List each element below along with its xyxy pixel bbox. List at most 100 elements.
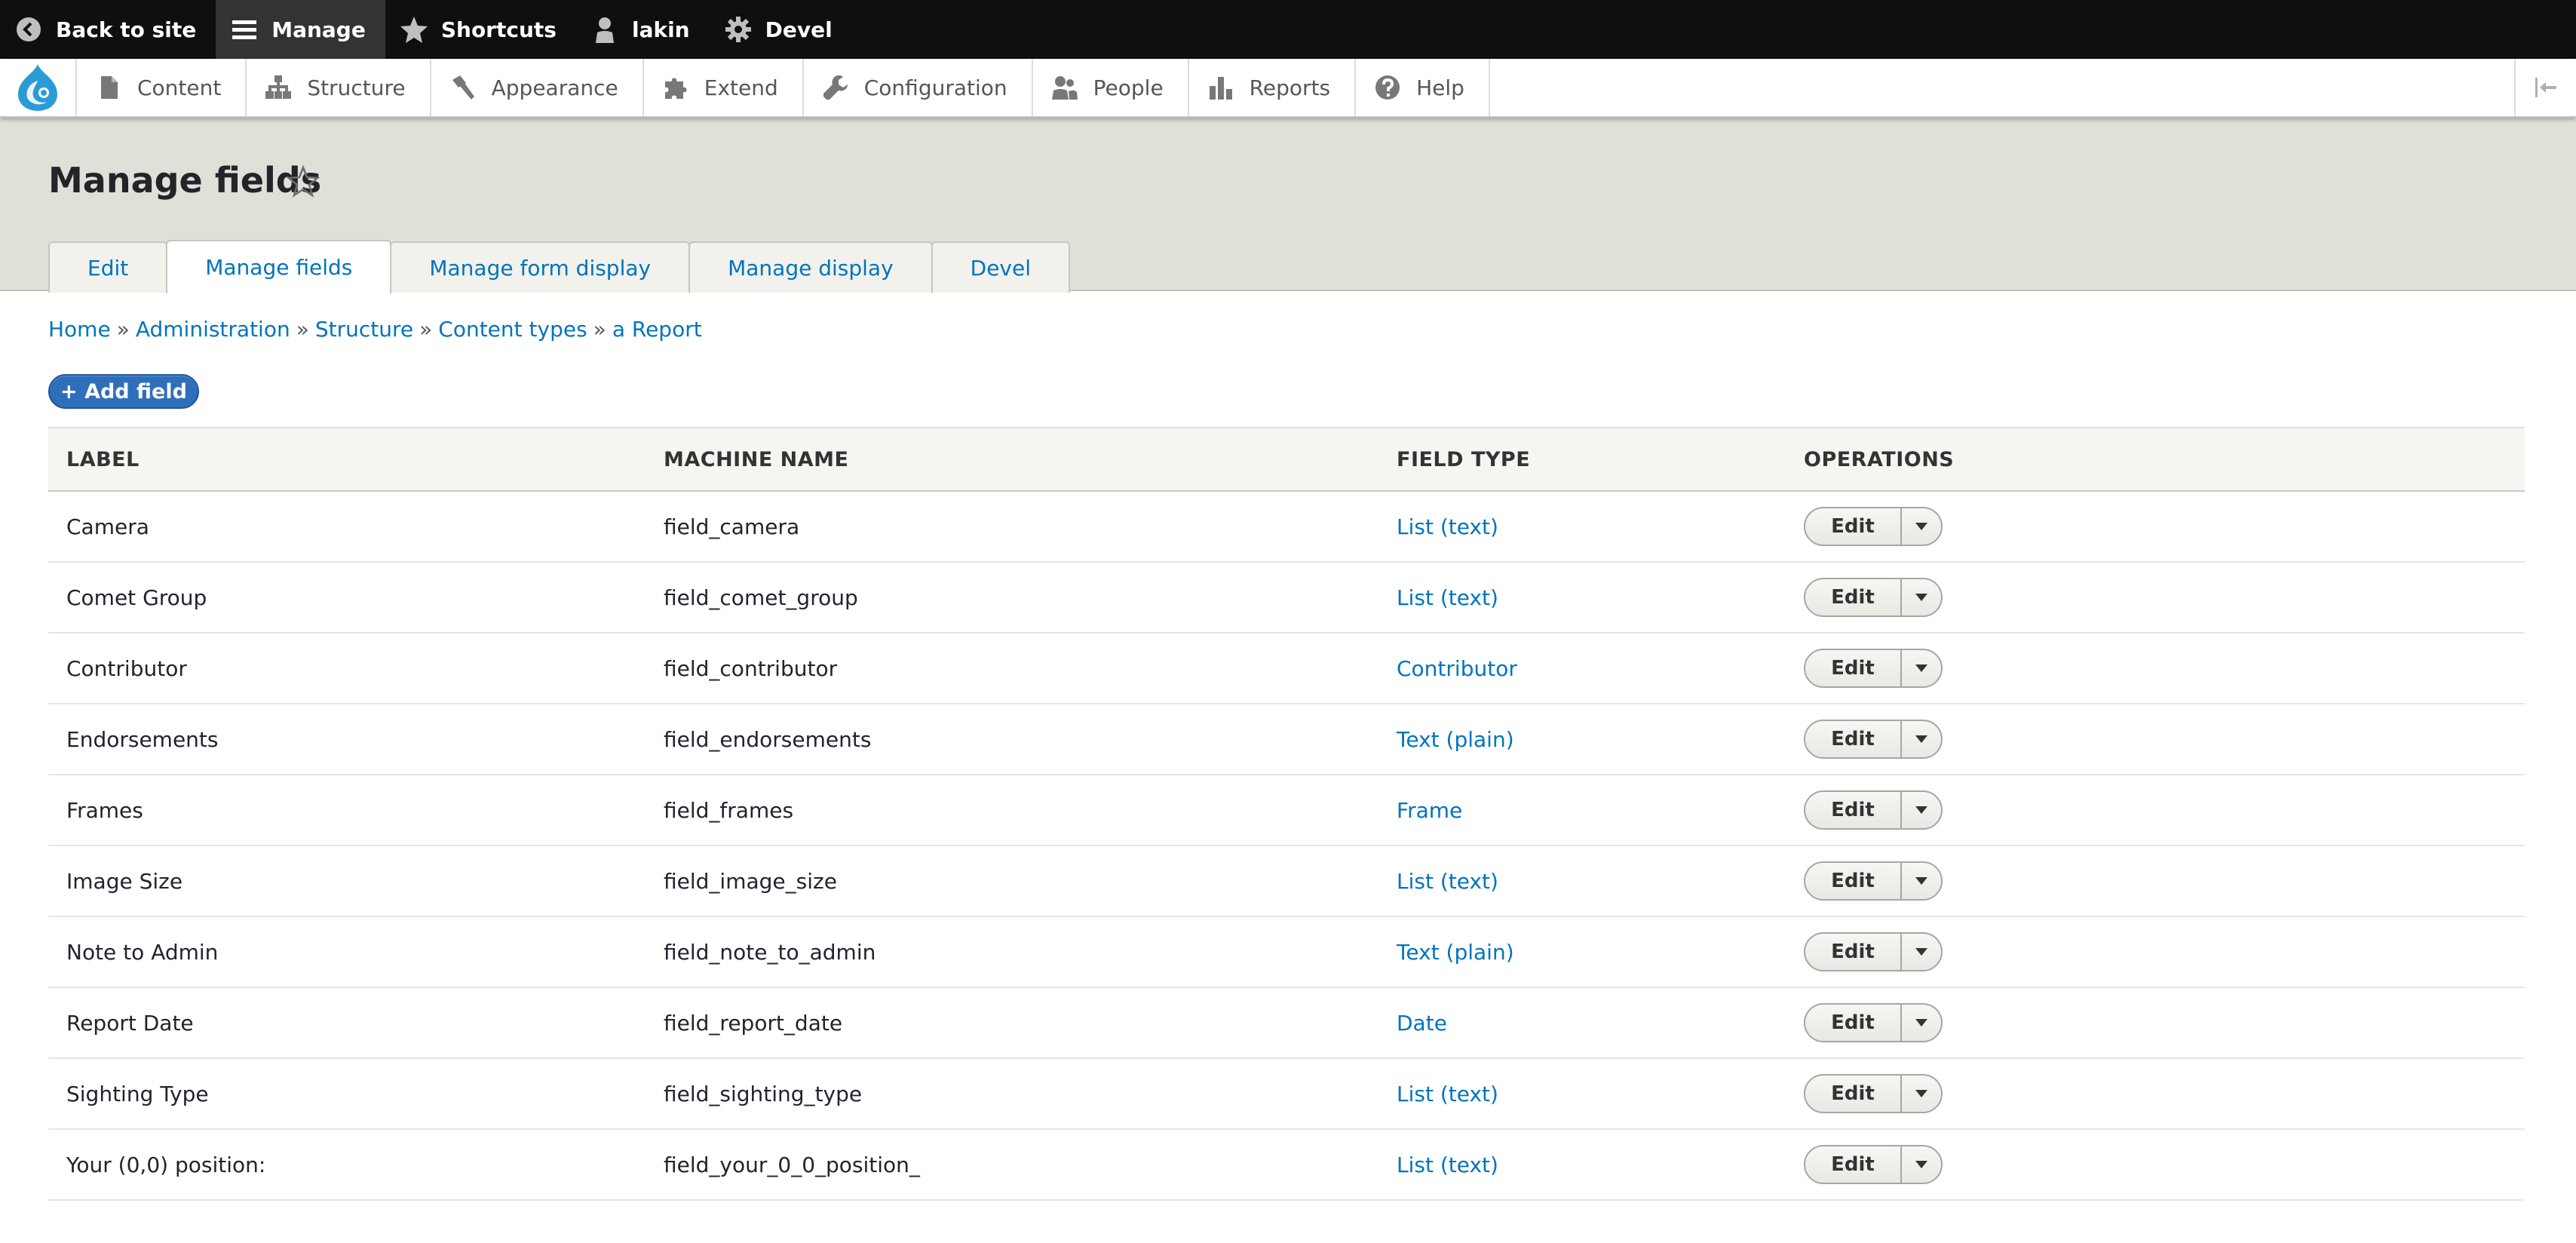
toolbar-back-to-site[interactable]: Back to site	[0, 0, 216, 59]
edit-button[interactable]: Edit	[1805, 650, 1902, 686]
field-machine-name: field_frames	[664, 797, 794, 823]
field-machine-name: field_report_date	[664, 1010, 843, 1036]
menu-item-label: Configuration	[863, 75, 1007, 100]
operations-toggle[interactable]	[1902, 650, 1941, 686]
column-header-machine-name: MACHINE NAME	[664, 447, 849, 471]
operations-toggle[interactable]	[1902, 721, 1941, 757]
edit-button[interactable]: Edit	[1805, 792, 1902, 828]
menu-item-reports[interactable]: Reports	[1189, 59, 1357, 116]
tab-manage-fields[interactable]: Manage fields	[166, 240, 392, 294]
breadcrumb-administration[interactable]: Administration	[136, 317, 290, 342]
operations-dropbutton: Edit	[1804, 932, 1943, 971]
column-header-field-type: FIELD TYPE	[1397, 447, 1531, 471]
breadcrumb-home[interactable]: Home	[48, 317, 111, 342]
field-label: Note to Admin	[66, 939, 219, 965]
tab-manage-display[interactable]: Manage display	[688, 241, 933, 293]
menu-item-people[interactable]: People	[1033, 59, 1189, 116]
caret-down-icon	[1915, 948, 1927, 956]
menu-item-appearance[interactable]: Appearance	[431, 59, 644, 116]
people-icon	[1051, 76, 1078, 100]
toolbar-user[interactable]: lakin	[576, 0, 710, 59]
field-type-link[interactable]: Frame	[1397, 798, 1462, 823]
primary-tabs: Edit Manage fields Manage form display M…	[48, 238, 1071, 294]
edit-button[interactable]: Edit	[1805, 1005, 1902, 1041]
fields-table: LABEL MACHINE NAME FIELD TYPE OPERATIONS…	[48, 427, 2525, 1201]
operations-toggle[interactable]	[1902, 1076, 1941, 1112]
operations-toggle[interactable]	[1902, 1005, 1941, 1041]
breadcrumb-structure[interactable]: Structure	[315, 317, 413, 342]
operations-toggle[interactable]	[1902, 579, 1941, 615]
toolbar-item-label: Devel	[765, 17, 833, 42]
caret-down-icon	[1915, 664, 1927, 672]
menu-item-extend[interactable]: Extend	[644, 59, 804, 116]
field-label: Endorsements	[66, 726, 219, 752]
toolbar-manage[interactable]: Manage	[216, 0, 385, 59]
operations-toggle[interactable]	[1902, 863, 1941, 899]
field-type-link[interactable]: List (text)	[1397, 1152, 1498, 1177]
operations-toggle[interactable]	[1902, 508, 1941, 545]
field-type-link[interactable]: List (text)	[1397, 514, 1498, 539]
caret-down-icon	[1915, 806, 1927, 814]
edit-button[interactable]: Edit	[1805, 934, 1902, 970]
menu-item-help[interactable]: Help	[1356, 59, 1490, 116]
table-row: Contributor field_contributor Contributo…	[48, 633, 2525, 704]
tray-orientation-toggle[interactable]	[2514, 59, 2576, 116]
column-header-label: LABEL	[66, 447, 140, 471]
tab-manage-form-display[interactable]: Manage form display	[390, 241, 691, 293]
page-title: Manage fields	[48, 160, 322, 201]
breadcrumb-a-report[interactable]: a Report	[612, 317, 702, 342]
table-row: Comet Group field_comet_group List (text…	[48, 562, 2525, 633]
operations-toggle[interactable]	[1902, 934, 1941, 970]
table-row: Sighting Type field_sighting_type List (…	[48, 1058, 2525, 1129]
field-type-link[interactable]: List (text)	[1397, 1082, 1498, 1106]
drupal-drop-icon	[18, 64, 57, 111]
field-label: Comet Group	[66, 585, 207, 610]
field-machine-name: field_note_to_admin	[664, 939, 876, 965]
field-machine-name: field_image_size	[664, 868, 837, 894]
caret-down-icon	[1915, 735, 1927, 743]
operations-toggle[interactable]	[1902, 792, 1941, 828]
menu-item-configuration[interactable]: Configuration	[804, 59, 1033, 116]
breadcrumb-content-types[interactable]: Content types	[438, 317, 587, 342]
field-type-link[interactable]: Contributor	[1397, 656, 1517, 681]
menu-item-label: People	[1093, 75, 1164, 100]
help-circle-icon	[1375, 75, 1400, 100]
paint-brush-icon	[452, 75, 474, 100]
add-field-button[interactable]: + Add field	[48, 374, 199, 409]
edit-button[interactable]: Edit	[1805, 1146, 1902, 1183]
caret-down-icon	[1915, 594, 1927, 601]
operations-toggle[interactable]	[1902, 1146, 1941, 1183]
field-type-link[interactable]: List (text)	[1397, 585, 1498, 610]
menu-item-content[interactable]: Content	[77, 59, 247, 116]
edit-button[interactable]: Edit	[1805, 863, 1902, 899]
tab-edit[interactable]: Edit	[48, 241, 168, 293]
admin-menu: Content Structure Appearance Extend Conf…	[0, 59, 2576, 118]
table-header-row: LABEL MACHINE NAME FIELD TYPE OPERATIONS	[48, 428, 2525, 491]
operations-dropbutton: Edit	[1804, 790, 1943, 830]
menu-item-label: Structure	[307, 75, 406, 100]
breadcrumb: Home» Administration» Structure» Content ty…	[48, 317, 702, 342]
field-type-link[interactable]: List (text)	[1397, 869, 1498, 894]
operations-dropbutton: Edit	[1804, 1003, 1943, 1042]
star-outline-icon[interactable]	[287, 164, 320, 198]
menu-item-structure[interactable]: Structure	[247, 59, 431, 116]
table-row: Note to Admin field_note_to_admin Text (…	[48, 916, 2525, 987]
toolbar-shortcuts[interactable]: Shortcuts	[385, 0, 576, 59]
home-logo-link[interactable]	[0, 59, 77, 116]
page-icon	[101, 76, 118, 99]
breadcrumb-separator: »	[296, 317, 309, 342]
edit-button[interactable]: Edit	[1805, 508, 1902, 545]
operations-dropbutton: Edit	[1804, 1145, 1943, 1184]
field-label: Frames	[66, 797, 143, 823]
edit-button[interactable]: Edit	[1805, 721, 1902, 757]
field-type-link[interactable]: Text (plain)	[1397, 940, 1514, 965]
menu-item-label: Content	[137, 75, 222, 100]
caret-down-icon	[1915, 523, 1927, 530]
field-type-link[interactable]: Date	[1397, 1011, 1447, 1036]
edit-button[interactable]: Edit	[1805, 579, 1902, 615]
edit-button[interactable]: Edit	[1805, 1076, 1902, 1112]
tab-devel[interactable]: Devel	[931, 241, 1071, 293]
field-type-link[interactable]: Text (plain)	[1397, 727, 1514, 752]
operations-dropbutton: Edit	[1804, 649, 1943, 688]
toolbar-devel[interactable]: Devel	[710, 0, 852, 59]
